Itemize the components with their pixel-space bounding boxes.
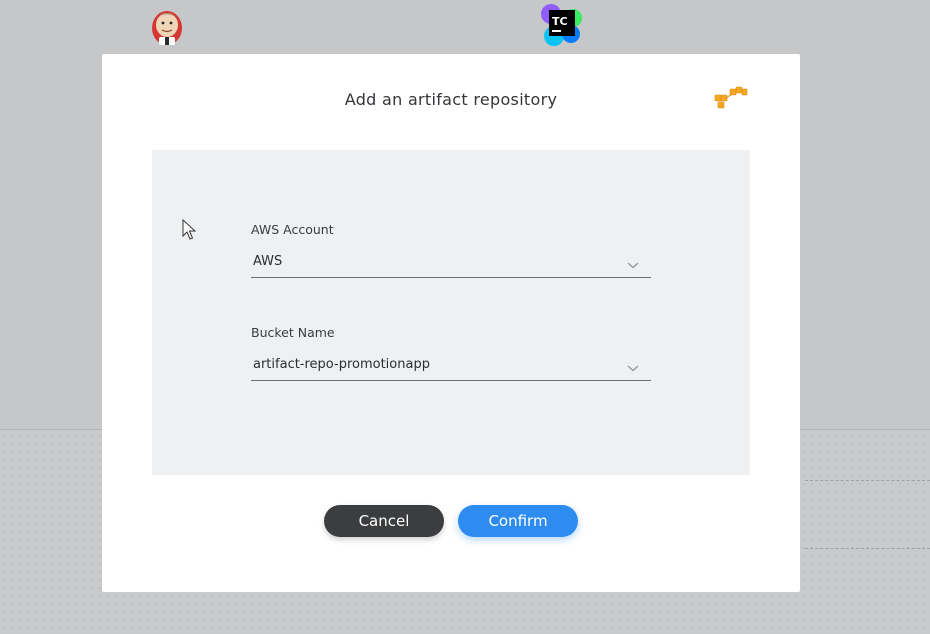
background-dashed-line <box>805 480 930 481</box>
bucket-name-select[interactable]: artifact-repo-promotionapp <box>251 350 651 381</box>
confirm-button[interactable]: Confirm <box>458 505 578 537</box>
chevron-down-icon <box>626 255 640 269</box>
aws-account-select[interactable]: AWS <box>251 247 651 278</box>
teamcity-logo: TC <box>541 4 583 46</box>
aws-s3-buckets-icon <box>714 86 748 112</box>
add-artifact-repository-dialog: Add an artifact repository AWS Account A… <box>102 54 800 592</box>
aws-account-label: AWS Account <box>251 222 334 237</box>
background-dashed-line <box>805 548 930 549</box>
bucket-name-value: artifact-repo-promotionapp <box>253 357 430 372</box>
teamcity-logo-text: TC <box>552 15 568 28</box>
aws-account-value: AWS <box>253 254 283 269</box>
jenkins-logo <box>150 5 184 47</box>
bucket-name-label: Bucket Name <box>251 325 335 340</box>
mouse-cursor-icon <box>182 218 197 241</box>
dialog-title: Add an artifact repository <box>344 90 558 109</box>
cancel-button[interactable]: Cancel <box>324 505 444 537</box>
repository-form: AWS Account AWS Bucket Name artifact-rep… <box>152 150 750 475</box>
chevron-down-icon <box>626 358 640 372</box>
